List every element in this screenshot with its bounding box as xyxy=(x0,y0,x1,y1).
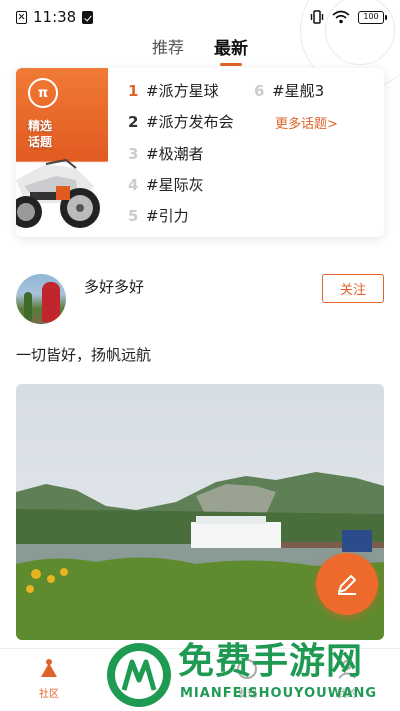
topic-item[interactable]: 5 #引力 xyxy=(128,205,189,226)
featured-topics-banner[interactable]: π 精选 话题 xyxy=(16,68,108,237)
topic-item[interactable]: 1 #派方星球 xyxy=(128,80,219,101)
follow-button[interactable]: 关注 xyxy=(322,274,384,303)
edit-pencil-icon xyxy=(338,575,356,595)
post-text: 一切皆好，扬帆远航 xyxy=(16,346,152,364)
vibrate-icon xyxy=(310,10,324,24)
tab-latest[interactable]: 最新 xyxy=(214,30,248,66)
watermark-logo-icon xyxy=(107,643,171,707)
active-tab-indicator xyxy=(220,63,242,66)
battery-icon: 100 xyxy=(358,10,387,24)
topic-item[interactable]: 4 #星际灰 xyxy=(128,174,204,195)
more-topics-link[interactable]: 更多话题> xyxy=(275,113,338,132)
watermark-subtitle: MIANFEISHOUYOUWANG xyxy=(180,686,378,701)
notification-x-icon xyxy=(16,10,27,24)
status-bar: 11:38 100 xyxy=(0,0,400,34)
wifi-icon xyxy=(332,10,350,24)
watermark: 免费手游网 MIANFEISHOUYOUWANG xyxy=(104,640,400,711)
brand-logo-icon: π xyxy=(28,78,58,108)
nav-community[interactable]: 社区 xyxy=(14,657,84,700)
topic-item[interactable]: 6 #星舰3 xyxy=(254,80,324,101)
community-icon xyxy=(41,659,57,677)
tab-recommended[interactable]: 推荐 xyxy=(152,30,184,64)
feed-tabs: 推荐 最新 xyxy=(0,30,400,66)
avatar[interactable] xyxy=(16,274,66,324)
app-screen: 11:38 100 推荐 最新 π 精选 话题 1 #派方星球 2 #派方发布会… xyxy=(0,0,400,711)
create-post-button[interactable] xyxy=(316,553,378,615)
notification-check-icon xyxy=(82,10,94,24)
hot-topics-card: π 精选 话题 1 #派方星球 2 #派方发布会 3 #极潮者 4 #星际灰 5… xyxy=(16,68,384,237)
post-username[interactable]: 多好多好 xyxy=(84,276,144,297)
motorcycle-image xyxy=(16,158,100,228)
watermark-title: 免费手游网 xyxy=(178,641,364,682)
topic-item[interactable]: 2 #派方发布会 xyxy=(128,111,234,132)
status-time: 11:38 xyxy=(33,8,77,26)
topic-item[interactable]: 3 #极潮者 xyxy=(128,143,204,164)
